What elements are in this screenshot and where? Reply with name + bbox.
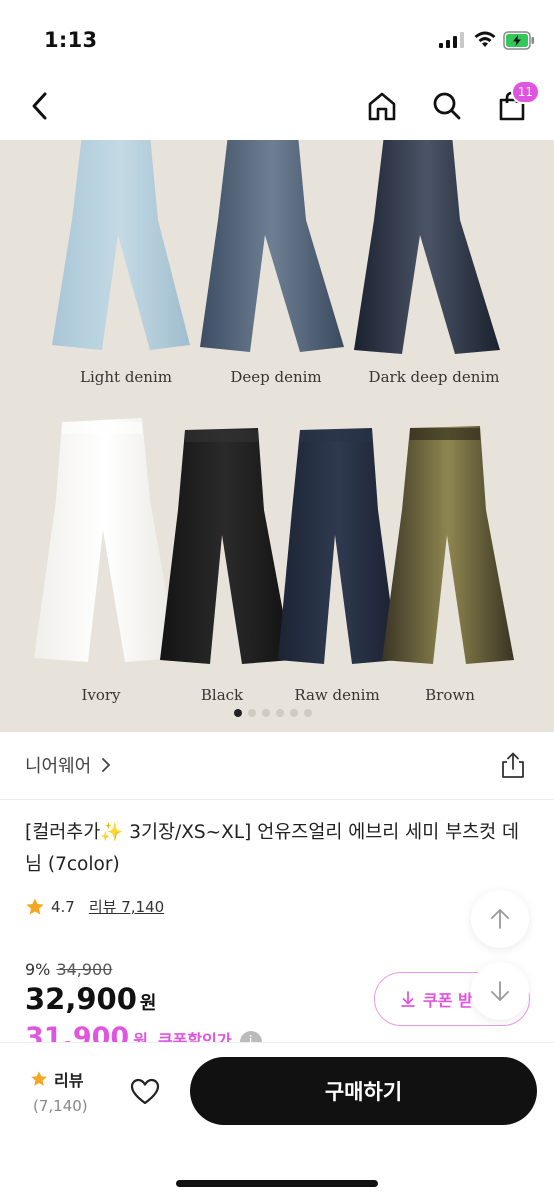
home-icon [368, 92, 396, 121]
status-bar: 1:13 [0, 0, 554, 74]
jeans-ivory [34, 418, 178, 662]
discount-rate: 9% [25, 960, 51, 979]
wifi-icon [474, 31, 496, 47]
scroll-up-button[interactable] [471, 890, 529, 948]
jeans-black [160, 428, 292, 664]
bottom-review-button[interactable]: 리뷰 [30, 1067, 83, 1091]
battery-charging-icon [503, 31, 534, 50]
rating-value: 4.7 [51, 897, 75, 916]
share-button[interactable] [496, 748, 530, 782]
jeans-brown [382, 426, 514, 664]
rating-row: 4.7 리뷰 7,140 [25, 896, 164, 917]
carousel-dot[interactable] [248, 709, 256, 717]
discount-line: 9% 34,900 [25, 960, 112, 979]
back-button[interactable] [18, 84, 62, 128]
original-price: 34,900 [56, 960, 113, 979]
product-title: [컬러추가✨ 3기장/XS~XL] 언유즈얼리 에브리 세미 부츠컷 데님 (7… [25, 822, 520, 875]
scroll-down-button[interactable] [471, 962, 529, 1020]
arrow-down-icon [491, 981, 509, 1001]
star-icon [26, 898, 44, 915]
product-image-carousel[interactable]: Light denim Deep denim Dark deep denim I… [0, 140, 554, 732]
brand-row: 니어웨어 [0, 732, 554, 800]
home-button[interactable] [360, 84, 404, 128]
color-label-dark-deep-denim: Dark deep denim [368, 368, 500, 386]
color-label-raw-denim: Raw denim [294, 686, 380, 704]
price-unit: 원 [139, 993, 157, 1014]
status-time: 1:13 [44, 28, 98, 52]
sale-price: 32,900 [25, 982, 137, 1016]
chevron-right-icon [102, 758, 111, 772]
jeans-raw-denim [278, 428, 398, 664]
color-label-brown: Brown [425, 686, 475, 704]
jeans-light-denim [52, 140, 190, 350]
carousel-dot[interactable] [304, 709, 312, 717]
download-icon [401, 991, 415, 1007]
review-count-link[interactable]: 리뷰 7,140 [89, 896, 164, 917]
cellular-signal-icon [439, 32, 464, 48]
wishlist-button[interactable] [126, 1073, 164, 1111]
cart-count-badge: 11 [510, 80, 540, 104]
coupon-button-label: 쿠폰 받 [423, 991, 473, 1010]
carousel-dot[interactable] [276, 709, 284, 717]
color-label-black: Black [200, 686, 244, 704]
search-button[interactable] [425, 84, 469, 128]
buy-button[interactable]: 구매하기 [190, 1057, 537, 1125]
brand-name: 니어웨어 [25, 756, 92, 777]
heart-icon [130, 1078, 160, 1105]
search-icon [433, 92, 461, 120]
cart-button[interactable]: 11 [490, 80, 540, 128]
bottom-review-count: (7,140) [33, 1097, 88, 1115]
bottom-review-label: 리뷰 [54, 1071, 84, 1090]
home-indicator [176, 1180, 378, 1187]
color-label-light-denim: Light denim [80, 368, 172, 386]
brand-link[interactable]: 니어웨어 [25, 752, 111, 778]
bottom-action-bar: 리뷰 (7,140) 구매하기 [0, 1042, 554, 1200]
chevron-left-icon [32, 92, 47, 120]
navigation-bar: 11 [0, 74, 554, 140]
carousel-dot[interactable] [290, 709, 298, 717]
color-label-deep-denim: Deep denim [230, 368, 322, 386]
price-line: 32,900 원 [25, 982, 156, 1016]
arrow-up-icon [491, 909, 509, 929]
jeans-dark-deep-denim [354, 140, 500, 354]
carousel-dot[interactable] [262, 709, 270, 717]
carousel-dot[interactable] [234, 709, 242, 717]
jeans-deep-denim [200, 140, 344, 352]
share-icon [502, 752, 524, 778]
jeans-photo [34, 140, 514, 664]
color-label-ivory: Ivory [81, 686, 121, 704]
carousel-page-indicator [234, 709, 312, 717]
star-icon [31, 1071, 47, 1086]
